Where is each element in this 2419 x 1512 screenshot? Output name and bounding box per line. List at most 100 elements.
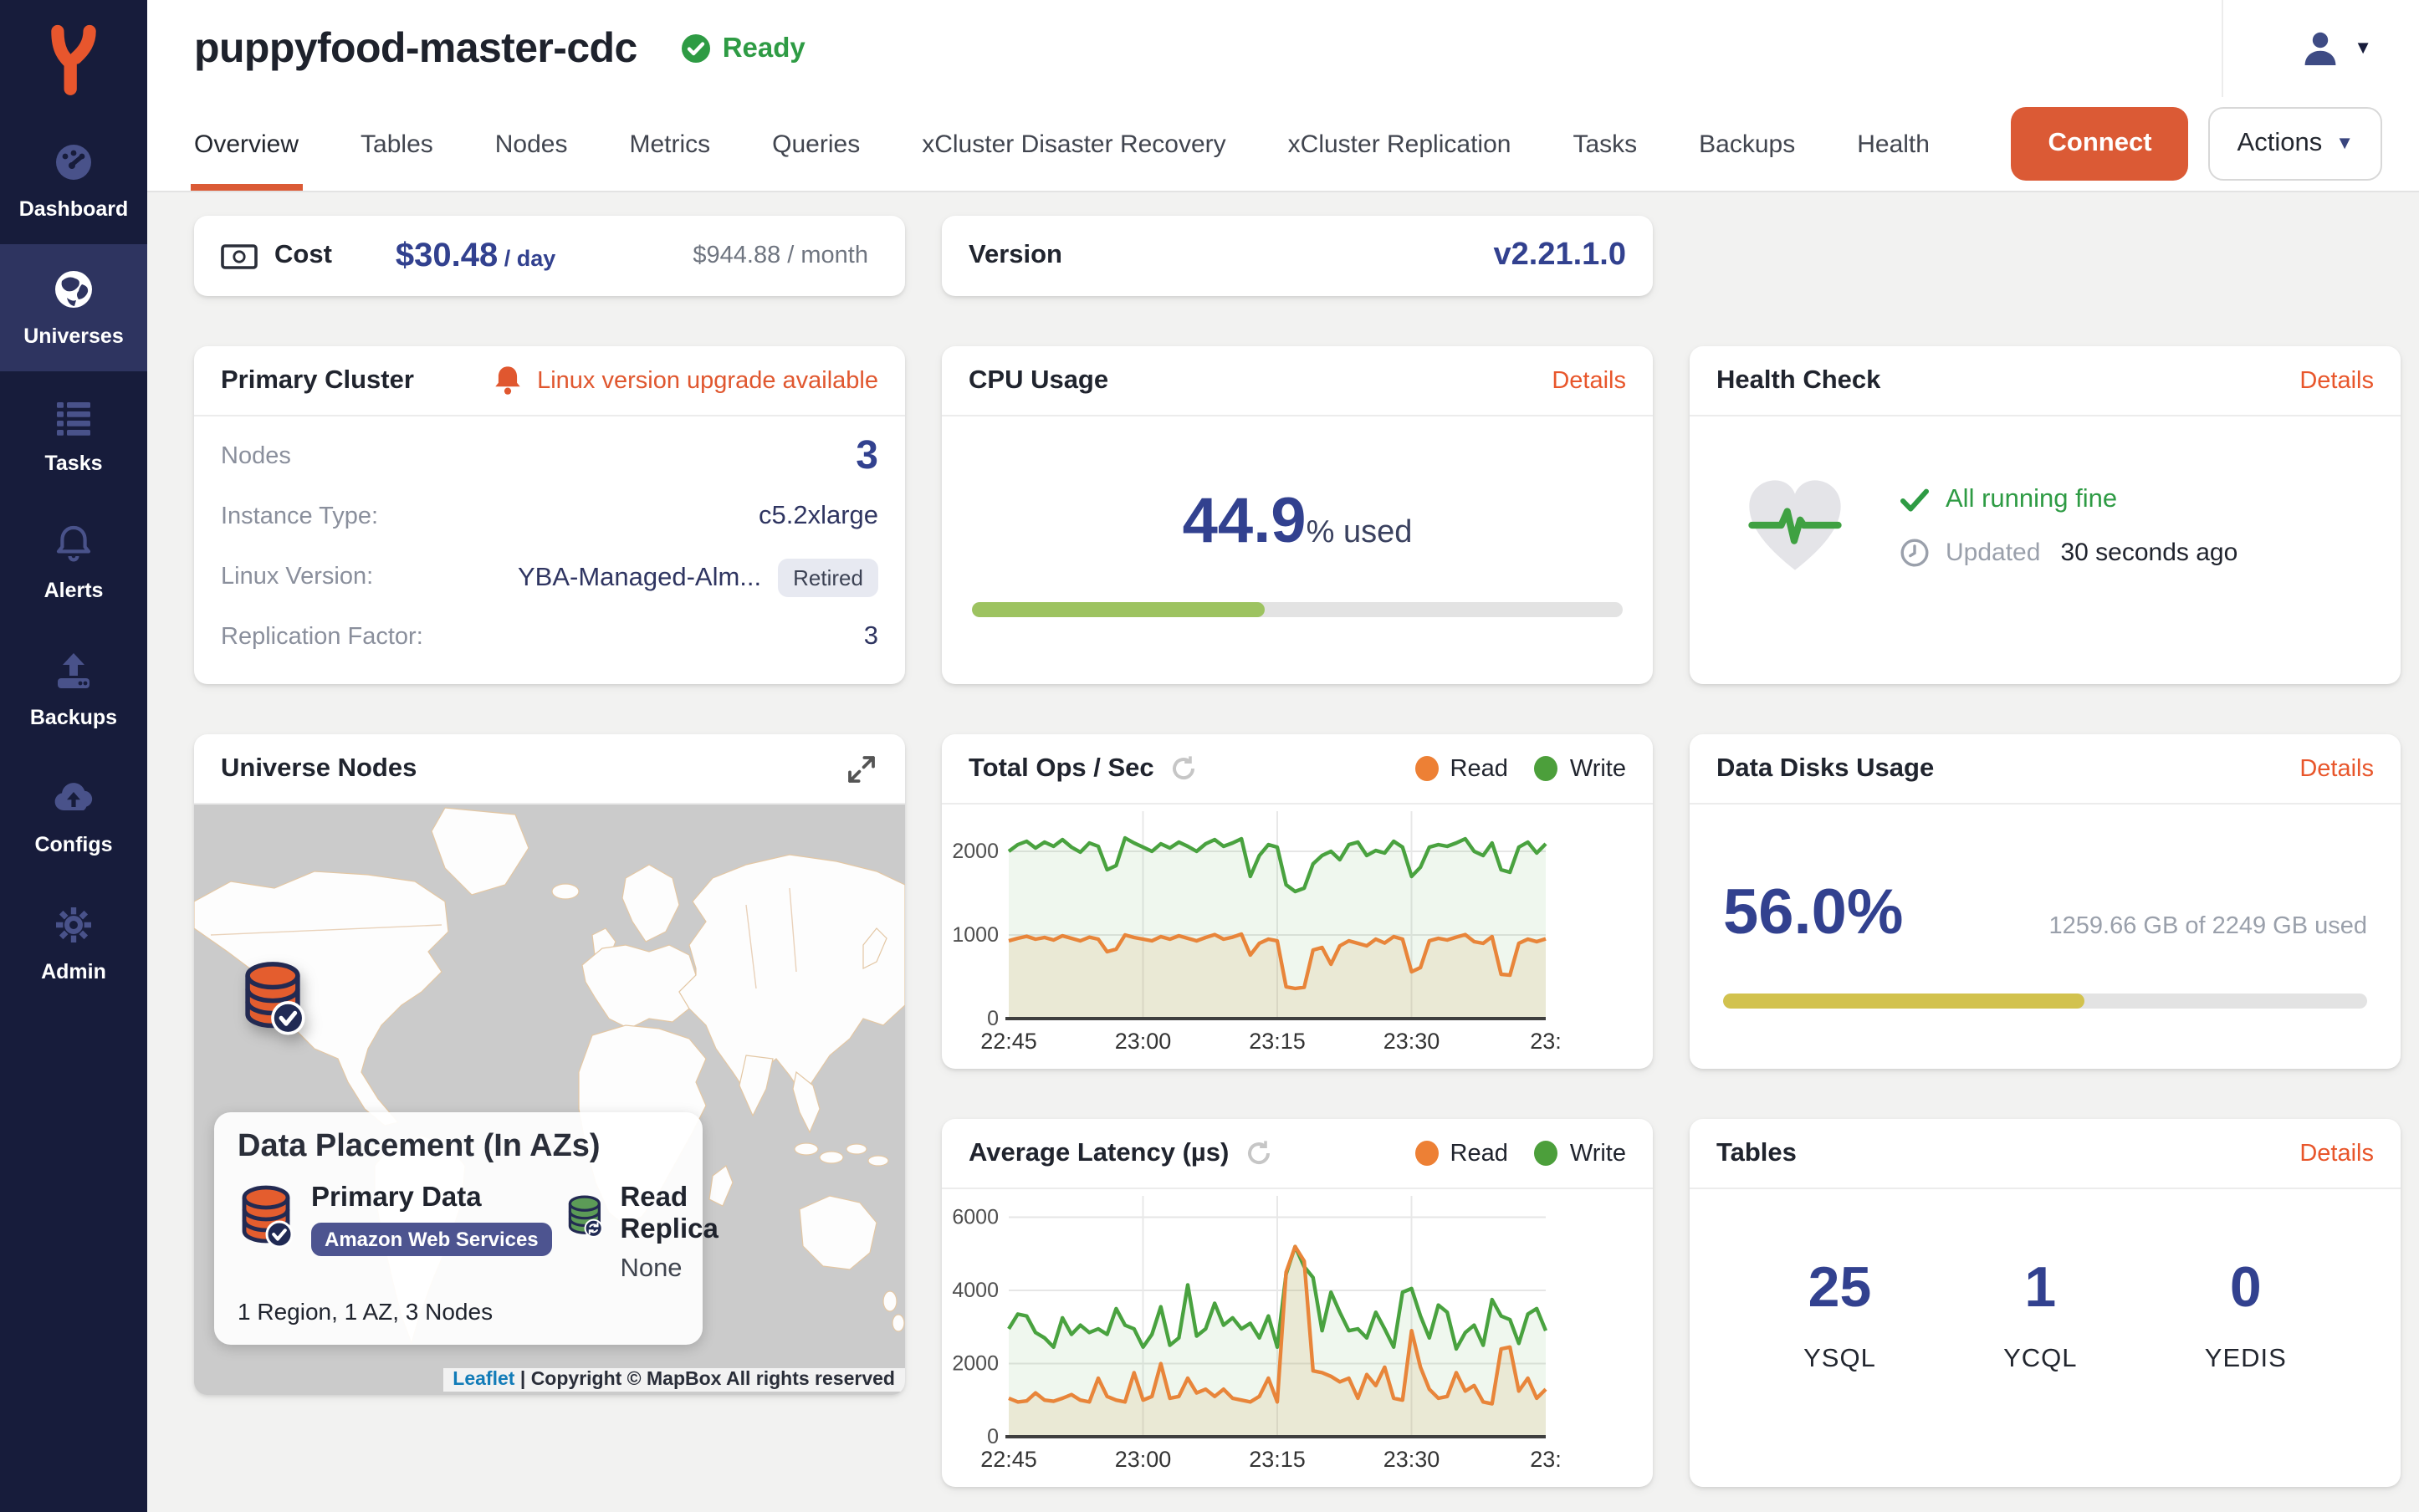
tab-overview[interactable]: Overview — [194, 97, 299, 191]
data-placement-title: Data Placement (In AZs) — [238, 1129, 679, 1166]
tab-metrics[interactable]: Metrics — [629, 97, 710, 191]
health-check-title: Health Check — [1716, 365, 1880, 396]
read-replica-label: Read Replica — [620, 1183, 737, 1246]
globe-icon — [3, 264, 144, 314]
health-updated-value: 30 seconds ago — [2060, 538, 2237, 566]
tables-title: Tables — [1716, 1138, 1797, 1168]
alert-bell-icon — [492, 363, 524, 398]
disks-details-link[interactable]: Details — [2299, 755, 2374, 782]
universe-nodes-title: Universe Nodes — [221, 753, 417, 784]
sidebar-item-universes[interactable]: Universes — [0, 244, 147, 371]
version-label: Version — [969, 241, 1062, 271]
sidebar-item-tasks[interactable]: Tasks — [0, 371, 147, 498]
connect-button[interactable]: Connect — [2012, 107, 2189, 181]
world-map[interactable]: Data Placement (In AZs) Pri — [194, 805, 905, 1395]
placement-summary: 1 Region, 1 AZ, 3 Nodes — [238, 1298, 679, 1325]
user-icon — [2300, 28, 2340, 69]
user-menu[interactable]: ▼ — [2222, 0, 2382, 97]
sidebar: Dashboard Universes Tasks Alerts Backups — [0, 0, 147, 1512]
status-label: Ready — [723, 33, 805, 64]
cpu-progress-bar — [972, 602, 1623, 617]
primary-data-group: Primary Data Amazon Web Services — [238, 1183, 552, 1285]
leaflet-link[interactable]: Leaflet — [453, 1370, 514, 1390]
chart-legend: Read Write — [1415, 755, 1627, 782]
sidebar-item-admin[interactable]: Admin — [0, 880, 147, 1007]
svg-text:23:: 23: — [1530, 1029, 1562, 1054]
version-value: v2.21.1.0 — [1494, 238, 1627, 274]
tab-nodes[interactable]: Nodes — [495, 97, 568, 191]
list-icon — [3, 391, 144, 442]
legend-read: Read — [1415, 1140, 1508, 1167]
data-disks-title: Data Disks Usage — [1716, 753, 1934, 784]
read-dot-icon — [1415, 1141, 1439, 1166]
cluster-row-linux-version: Linux Version: YBA-Managed-Alm...Retired — [221, 547, 878, 607]
sidebar-item-dashboard[interactable]: Dashboard — [0, 117, 147, 244]
svg-text:1000: 1000 — [952, 923, 999, 947]
sidebar-item-backups[interactable]: Backups — [0, 626, 147, 753]
expand-icon[interactable] — [845, 752, 878, 785]
disks-percent: 56.0% — [1723, 878, 1904, 950]
svg-text:22:45: 22:45 — [980, 1447, 1037, 1472]
primary-data-label: Primary Data — [311, 1183, 552, 1214]
data-placement-overlay: Data Placement (In AZs) Pri — [214, 1112, 703, 1345]
tab-queries[interactable]: Queries — [772, 97, 860, 191]
health-details-link[interactable]: Details — [2299, 367, 2374, 394]
health-check-card: Health Check Details All running fine — [1690, 346, 2401, 684]
money-icon — [221, 243, 258, 268]
svg-text:4000: 4000 — [952, 1279, 999, 1302]
tab-tasks[interactable]: Tasks — [1573, 97, 1637, 191]
health-status-text: All running fine — [1946, 484, 2117, 514]
sidebar-item-label: Dashboard — [19, 197, 129, 221]
write-dot-icon — [1535, 1141, 1558, 1166]
refresh-icon[interactable] — [1169, 754, 1198, 783]
tab-xcluster-replication[interactable]: xCluster Replication — [1288, 97, 1511, 191]
gear-icon — [3, 900, 144, 950]
sidebar-item-label: Backups — [30, 706, 117, 729]
svg-text:2000: 2000 — [952, 1352, 999, 1376]
tables-yedis: 0 YEDIS — [2205, 1256, 2287, 1375]
legend-write: Write — [1535, 1140, 1626, 1167]
tab-xcluster-dr[interactable]: xCluster Disaster Recovery — [922, 97, 1225, 191]
read-replica-value: None — [620, 1254, 737, 1285]
linux-upgrade-label: Linux version upgrade available — [537, 367, 878, 394]
title-row: puppyfood-master-cdc Ready ▼ — [147, 0, 2419, 97]
actions-button[interactable]: Actions ▼ — [2209, 107, 2382, 181]
sidebar-item-configs[interactable]: Configs — [0, 753, 147, 880]
overview-content: Cost $30.48 / day $944.88 / month Versio… — [147, 192, 2419, 1487]
svg-text:23:30: 23:30 — [1383, 1447, 1440, 1472]
svg-text:0: 0 — [987, 1007, 999, 1030]
refresh-icon[interactable] — [1244, 1139, 1272, 1167]
tab-tables[interactable]: Tables — [361, 97, 433, 191]
primary-node-marker[interactable] — [238, 958, 308, 1044]
page-title: puppyfood-master-cdc — [194, 24, 637, 73]
sidebar-item-alerts[interactable]: Alerts — [0, 498, 147, 626]
svg-text:2000: 2000 — [952, 840, 999, 863]
tabs: Overview Tables Nodes Metrics Queries xC… — [147, 97, 2419, 191]
version-card: Version v2.21.1.0 — [942, 216, 1653, 296]
tab-backups[interactable]: Backups — [1699, 97, 1795, 191]
check-icon — [1900, 488, 1929, 511]
yugabyte-logo-icon — [38, 20, 109, 97]
chevron-down-icon: ▼ — [2354, 38, 2372, 59]
primary-cluster-card: Primary Cluster Linux version upgrade av… — [194, 346, 905, 684]
health-status-row: All running fine — [1900, 484, 2237, 514]
clock-icon — [1900, 538, 1929, 566]
bell-icon — [3, 518, 144, 569]
tables-ysql: 25 YSQL — [1803, 1256, 1876, 1375]
read-replica-group: Read Replica None — [565, 1183, 737, 1285]
provider-badge: Amazon Web Services — [311, 1223, 552, 1256]
chevron-down-icon: ▼ — [2335, 134, 2354, 154]
sidebar-item-label: Alerts — [44, 579, 104, 602]
copyright-text: Copyright © MapBox All rights reserved — [531, 1370, 895, 1390]
avg-latency-chart: 020004000600022:4523:0023:1523:3023: — [942, 1189, 1653, 1487]
svg-text:23:30: 23:30 — [1383, 1029, 1440, 1054]
check-circle-icon — [681, 33, 711, 64]
yugabyte-logo[interactable] — [0, 0, 147, 117]
cpu-details-link[interactable]: Details — [1552, 367, 1626, 394]
cluster-row-replication-factor: Replication Factor: 3 — [221, 607, 878, 667]
status-badge: Ready — [681, 33, 805, 64]
svg-text:22:45: 22:45 — [980, 1029, 1037, 1054]
linux-upgrade-alert[interactable]: Linux version upgrade available — [492, 363, 878, 398]
tab-health[interactable]: Health — [1857, 97, 1930, 191]
tables-details-link[interactable]: Details — [2299, 1140, 2374, 1167]
